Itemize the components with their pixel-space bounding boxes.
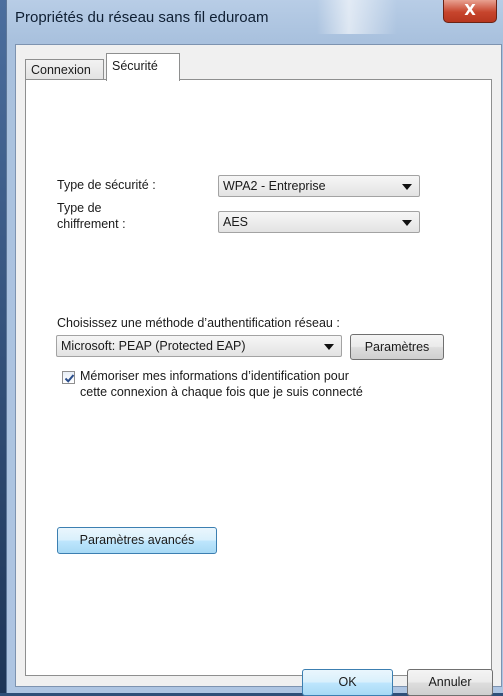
auth-method-select[interactable]: Microsoft: PEAP (Protected EAP) (56, 335, 342, 357)
auth-settings-button[interactable]: Paramètres (350, 334, 444, 360)
chevron-down-icon (402, 220, 412, 226)
encryption-type-label-line2: chiffrement : (57, 217, 126, 231)
tab-securite[interactable]: Sécurité (106, 53, 180, 81)
title-glow (317, 0, 397, 34)
close-button[interactable]: X (443, 0, 497, 23)
dialog-window: Propriétés du réseau sans fil eduroam X … (6, 0, 503, 696)
security-type-select[interactable]: WPA2 - Entreprise (218, 175, 420, 197)
encryption-type-value: AES (223, 215, 249, 229)
encryption-type-select[interactable]: AES (218, 211, 420, 233)
cancel-button[interactable]: Annuler (407, 669, 493, 696)
security-type-label: Type de sécurité : (57, 178, 156, 192)
window-title: Propriétés du réseau sans fil eduroam (15, 9, 269, 26)
close-icon: X (464, 1, 476, 19)
dialog-client: Connexion Sécurité Type de sécurité : WP… (15, 44, 502, 696)
tab-connexion[interactable]: Connexion (25, 59, 104, 79)
chevron-down-icon (324, 344, 334, 350)
remember-credentials-label-line2: cette connexion à chaque fois que je sui… (80, 385, 363, 399)
auth-method-value: Microsoft: PEAP (Protected EAP) (61, 339, 246, 353)
encryption-type-label-line1: Type de (57, 201, 102, 215)
remember-credentials-label-line1: Mémoriser mes informations d’identificat… (80, 369, 349, 383)
ok-button[interactable]: OK (302, 669, 393, 696)
advanced-settings-button[interactable]: Paramètres avancés (57, 527, 217, 554)
security-type-value: WPA2 - Entreprise (223, 179, 326, 193)
checkmark-icon (64, 374, 75, 383)
remember-credentials-checkbox[interactable] (62, 371, 75, 384)
auth-method-label: Choisissez une méthode d’authentificatio… (57, 316, 340, 330)
security-tab-panel: Type de sécurité : WPA2 - Entreprise Typ… (25, 79, 492, 676)
title-bar[interactable]: Propriétés du réseau sans fil eduroam X (7, 0, 503, 36)
chevron-down-icon (402, 184, 412, 190)
